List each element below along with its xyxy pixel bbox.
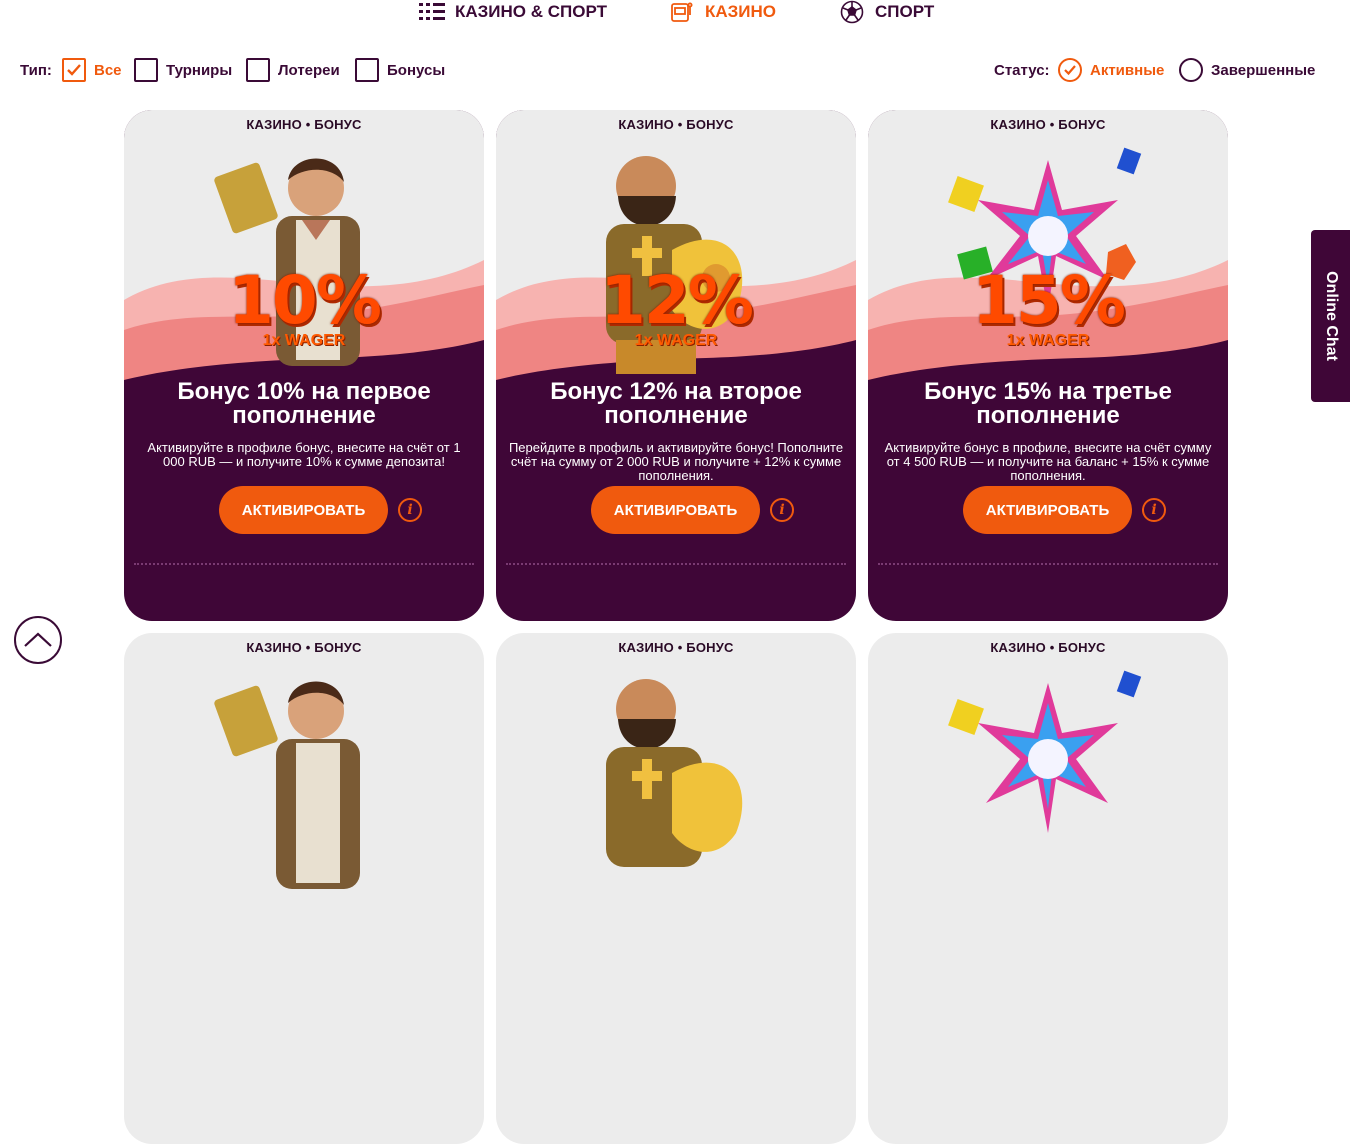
info-icon[interactable]: i xyxy=(770,498,794,522)
card-title: Бонус 15% на третье пополнение xyxy=(924,378,1172,429)
gems-star-icon xyxy=(948,670,1142,833)
card-description: Активируйте бонус в профиле, внесите на … xyxy=(884,440,1212,483)
scroll-to-top-button[interactable] xyxy=(14,616,62,664)
card-title: Бонус 12% на второе пополнение xyxy=(550,378,802,429)
check-icon xyxy=(1064,65,1076,76)
activate-button[interactable]: АКТИВИРОВАТЬ xyxy=(963,486,1132,534)
slot-machine-icon xyxy=(669,1,695,23)
card-description: Перейдите в профиль и активируйте бонус!… xyxy=(508,440,844,483)
filter-all[interactable]: Все xyxy=(62,58,122,82)
card-category: КАЗИНО • БОНУС xyxy=(246,117,362,132)
wager-label: 1x WAGER xyxy=(1006,332,1090,349)
grid-list-icon xyxy=(419,1,445,23)
bonus-percent: 12% xyxy=(600,262,754,339)
adventurer-icon xyxy=(214,681,360,889)
info-icon[interactable]: i xyxy=(1142,498,1166,522)
online-chat-label: Online Chat xyxy=(1322,271,1340,361)
filter-all-label: Все xyxy=(94,61,122,79)
filter-tournaments[interactable]: Турниры xyxy=(134,58,232,82)
card-category: КАЗИНО • БОНУС xyxy=(618,117,734,132)
bonus-percent: 15% xyxy=(972,262,1126,339)
checkbox-checked[interactable] xyxy=(62,58,86,82)
activate-button[interactable]: АКТИВИРОВАТЬ xyxy=(219,486,388,534)
top-nav: КАЗИНО & СПОРТ КАЗИНО СПОРТ xyxy=(0,0,1350,26)
divider xyxy=(134,563,474,565)
online-chat-tab[interactable]: Online Chat xyxy=(1311,230,1350,402)
checkbox[interactable] xyxy=(246,58,270,82)
checkbox[interactable] xyxy=(134,58,158,82)
radio-checked[interactable] xyxy=(1058,58,1082,82)
bonus-card: КАЗИНО • БОНУС xyxy=(124,633,484,1144)
nav-casino-label: КАЗИНО xyxy=(705,2,777,21)
activate-button[interactable]: АКТИВИРОВАТЬ xyxy=(591,486,760,534)
info-icon[interactable]: i xyxy=(398,498,422,522)
status-filter-label: Статус: xyxy=(994,62,1050,79)
filter-bonuses-label: Бонусы xyxy=(387,61,446,79)
type-filter-label: Тип: xyxy=(20,62,52,79)
bonus-card: КАЗИНО • БОНУС xyxy=(868,633,1228,1144)
checkbox[interactable] xyxy=(355,58,379,82)
status-finished-label: Завершенные xyxy=(1211,61,1316,79)
nav-casino-sport[interactable]: КАЗИНО & СПОРТ xyxy=(419,1,607,23)
filter-tournaments-label: Турниры xyxy=(166,61,233,79)
radio[interactable] xyxy=(1179,58,1203,82)
chevron-up-icon xyxy=(24,632,52,647)
soccer-ball-icon xyxy=(839,0,865,24)
dwarf-gold-icon xyxy=(606,679,743,867)
nav-casino-sport-label: КАЗИНО & СПОРТ xyxy=(455,2,607,21)
wager-label: 1x WAGER xyxy=(262,332,346,349)
card-title: Бонус 10% на первое пополнение xyxy=(177,378,431,429)
wager-label: 1x WAGER xyxy=(634,332,718,349)
card-category: КАЗИНО • БОНУС xyxy=(990,117,1106,132)
nav-casino[interactable]: КАЗИНО xyxy=(669,1,776,23)
bonus-card: КАЗИНО • БОНУС 10% 1x WAGER Бонус 10% на… xyxy=(124,110,484,621)
divider xyxy=(506,563,846,565)
card-category: КАЗИНО • БОНУС xyxy=(990,640,1106,655)
filter-lotteries[interactable]: Лотереи xyxy=(246,58,340,82)
bonus-card: КАЗИНО • БОНУС xyxy=(496,633,856,1144)
filters-bar: Тип: Все Турниры Лотереи Бонусы Статус: … xyxy=(0,56,1350,84)
bonus-card: КАЗИНО • БОНУС 15% 1x WAGER Бонус 15% на… xyxy=(868,110,1228,621)
divider xyxy=(878,563,1218,565)
status-finished[interactable]: Завершенные xyxy=(1179,58,1315,82)
card-category: КАЗИНО • БОНУС xyxy=(618,640,734,655)
filter-lotteries-label: Лотереи xyxy=(278,61,340,79)
bonus-percent: 10% xyxy=(228,262,382,339)
nav-sport-label: СПОРТ xyxy=(875,2,935,21)
card-description: Активируйте в профиле бонус, внесите на … xyxy=(147,440,461,469)
status-active-label: Активные xyxy=(1090,61,1165,79)
filter-bonuses[interactable]: Бонусы xyxy=(355,58,445,82)
bonus-card: КАЗИНО • БОНУС 12% 1x WAGER Бонус 12% на… xyxy=(496,110,856,621)
status-active[interactable]: Активные xyxy=(1058,58,1164,82)
nav-sport[interactable]: СПОРТ xyxy=(839,0,935,24)
card-category: КАЗИНО • БОНУС xyxy=(246,640,362,655)
check-icon xyxy=(67,64,81,76)
